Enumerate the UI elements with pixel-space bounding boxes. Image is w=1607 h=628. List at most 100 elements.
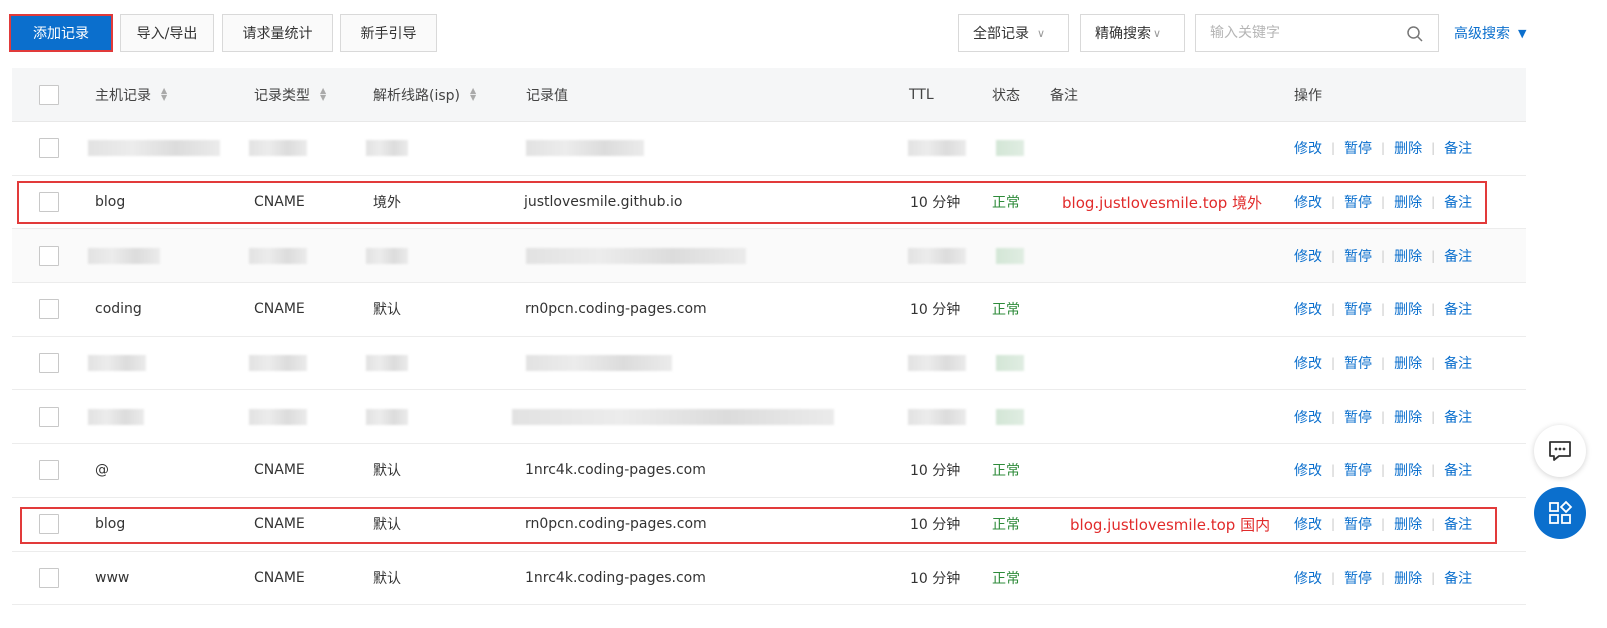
delete-link[interactable]: 删除 <box>1394 460 1422 480</box>
remark-link[interactable]: 备注 <box>1444 192 1472 212</box>
pause-link[interactable]: 暂停 <box>1344 407 1372 427</box>
delete-link[interactable]: 删除 <box>1394 568 1422 588</box>
blurred-type <box>249 355 307 372</box>
blurred-value <box>526 247 746 264</box>
pause-link[interactable]: 暂停 <box>1344 138 1372 158</box>
remark-link[interactable]: 备注 <box>1444 514 1472 534</box>
blurred-status <box>996 247 1024 264</box>
header-type[interactable]: 记录类型 ▲ ▼ <box>254 68 326 121</box>
header-host[interactable]: 主机记录 ▲ ▼ <box>95 68 167 121</box>
blurred-value <box>512 408 834 425</box>
search-mode-select[interactable]: 精确搜索 ∨ <box>1080 14 1185 52</box>
select-all-checkbox[interactable] <box>39 84 59 105</box>
value-cell: justlovesmile.github.io <box>524 194 683 211</box>
ttl-cell: 10 分钟 <box>910 570 961 587</box>
delete-link[interactable]: 删除 <box>1394 299 1422 319</box>
advanced-search-label: 高级搜索 <box>1454 26 1510 42</box>
edit-link[interactable]: 修改 <box>1294 299 1322 319</box>
pause-link[interactable]: 暂停 <box>1344 568 1372 588</box>
pause-link[interactable]: 暂停 <box>1344 192 1372 212</box>
row-checkbox[interactable] <box>39 138 59 159</box>
blurred-ttl <box>908 247 966 264</box>
request-stats-button[interactable]: 请求量统计 <box>222 14 333 52</box>
row-actions: 修改 | 暂停 | 删除 | 备注 <box>1294 283 1472 336</box>
row-checkbox[interactable] <box>39 406 59 427</box>
chat-button[interactable] <box>1534 425 1586 477</box>
table-row: coding CNAME 默认 rn0pcn.coding-pages.com … <box>12 283 1526 337</box>
ttl-cell: 10 分钟 <box>910 463 961 480</box>
remark-link[interactable]: 备注 <box>1444 407 1472 427</box>
edit-link[interactable]: 修改 <box>1294 246 1322 266</box>
import-export-button[interactable]: 导入/导出 <box>120 14 214 52</box>
delete-link[interactable]: 删除 <box>1394 407 1422 427</box>
pause-link[interactable]: 暂停 <box>1344 460 1372 480</box>
blurred-value <box>526 355 672 372</box>
delete-link[interactable]: 删除 <box>1394 514 1422 534</box>
remark-link[interactable]: 备注 <box>1444 568 1472 588</box>
edit-link[interactable]: 修改 <box>1294 407 1322 427</box>
edit-link[interactable]: 修改 <box>1294 192 1322 212</box>
remark-link[interactable]: 备注 <box>1444 246 1472 266</box>
sort-icon[interactable]: ▲ ▼ <box>320 86 326 102</box>
delete-link[interactable]: 删除 <box>1394 246 1422 266</box>
table-header: 主机记录 ▲ ▼ 记录类型 ▲ ▼ 解析线路(isp) ▲ ▼ 记录值 TTL 状态 … <box>12 68 1526 122</box>
row-checkbox[interactable] <box>39 245 59 266</box>
edit-link[interactable]: 修改 <box>1294 138 1322 158</box>
row-actions: 修改 | 暂停 | 删除 | 备注 <box>1294 498 1472 551</box>
chevron-down-icon: ∨ <box>1037 26 1046 40</box>
row-actions: 修改 | 暂停 | 删除 | 备注 <box>1294 337 1472 390</box>
line-cell: 默认 <box>373 570 401 587</box>
row-actions: 修改 | 暂停 | 删除 | 备注 <box>1294 176 1472 229</box>
blurred-ttl <box>908 355 966 372</box>
remark-link[interactable]: 备注 <box>1444 353 1472 373</box>
remark-link[interactable]: 备注 <box>1444 138 1472 158</box>
header-host-label: 主机记录 <box>95 87 151 104</box>
search-input[interactable] <box>1196 15 1396 51</box>
sort-icon[interactable]: ▲ ▼ <box>470 86 476 102</box>
line-cell: 境外 <box>373 195 401 212</box>
annotation-note: blog.justlovesmile.top 国内 <box>1070 515 1271 534</box>
type-cell: CNAME <box>254 569 305 586</box>
edit-link[interactable]: 修改 <box>1294 568 1322 588</box>
newbie-guide-button[interactable]: 新手引导 <box>340 14 437 52</box>
header-line[interactable]: 解析线路(isp) ▲ ▼ <box>373 68 476 121</box>
delete-link[interactable]: 删除 <box>1394 192 1422 212</box>
host-cell: coding <box>95 301 142 318</box>
delete-link[interactable]: 删除 <box>1394 138 1422 158</box>
row-checkbox[interactable] <box>39 353 59 374</box>
blurred-host <box>88 355 146 372</box>
row-checkbox[interactable] <box>39 460 59 481</box>
apps-button[interactable] <box>1534 487 1586 539</box>
remark-link[interactable]: 备注 <box>1444 460 1472 480</box>
pause-link[interactable]: 暂停 <box>1344 514 1372 534</box>
search-icon[interactable] <box>1406 25 1424 43</box>
edit-link[interactable]: 修改 <box>1294 353 1322 373</box>
pause-link[interactable]: 暂停 <box>1344 246 1372 266</box>
annotation-note: blog.justlovesmile.top 境外 <box>1062 193 1263 212</box>
header-actions: 操作 <box>1294 87 1322 104</box>
edit-link[interactable]: 修改 <box>1294 460 1322 480</box>
pause-link[interactable]: 暂停 <box>1344 353 1372 373</box>
table-row: @ CNAME 默认 1nrc4k.coding-pages.com 10 分钟… <box>12 444 1526 498</box>
row-checkbox[interactable] <box>39 514 59 535</box>
edit-link[interactable]: 修改 <box>1294 514 1322 534</box>
row-actions: 修改 | 暂停 | 删除 | 备注 <box>1294 552 1472 605</box>
blurred-host <box>88 408 144 425</box>
header-value: 记录值 <box>526 87 568 104</box>
pause-link[interactable]: 暂停 <box>1344 299 1372 319</box>
sort-icon[interactable]: ▲ ▼ <box>161 86 167 102</box>
add-record-button[interactable]: 添加记录 <box>9 14 113 52</box>
blurred-host <box>88 140 220 157</box>
table-row: 修改 | 暂停 | 删除 | 备注 <box>12 122 1526 176</box>
table-row: blog CNAME 境外 justlovesmile.github.io 10… <box>12 175 1526 230</box>
table-row: 修改 | 暂停 | 删除 | 备注 <box>12 390 1526 445</box>
advanced-search-link[interactable]: 高级搜索 ▼ <box>1454 14 1526 52</box>
row-checkbox[interactable] <box>39 192 59 213</box>
row-checkbox[interactable] <box>39 567 59 588</box>
remark-link[interactable]: 备注 <box>1444 299 1472 319</box>
row-checkbox[interactable] <box>39 299 59 320</box>
header-line-label: 解析线路(isp) <box>373 87 460 104</box>
delete-link[interactable]: 删除 <box>1394 353 1422 373</box>
record-filter-select[interactable]: 全部记录 ∨ <box>958 14 1069 52</box>
status-cell: 正常 <box>992 302 1020 319</box>
